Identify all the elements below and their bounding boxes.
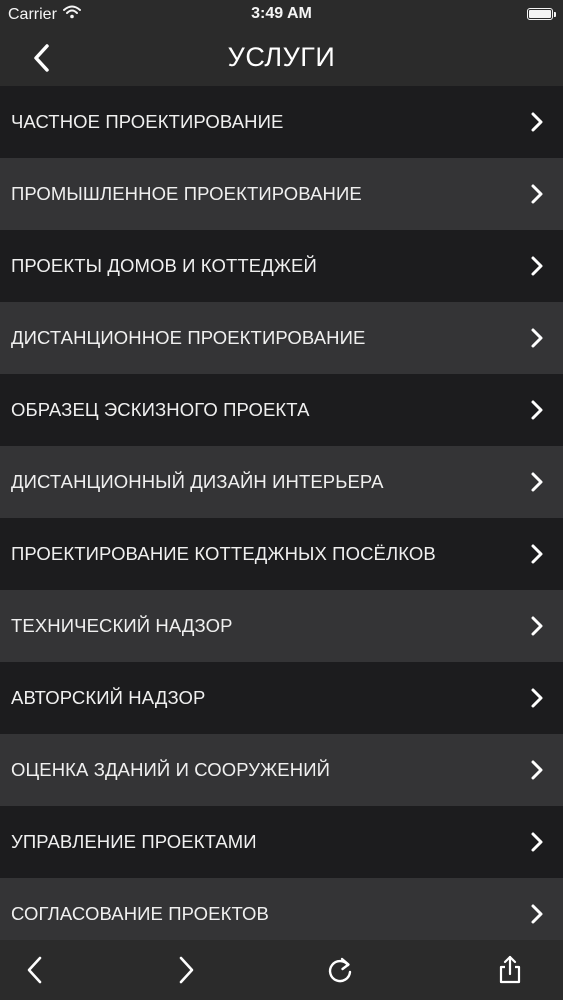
chevron-right-icon — [529, 542, 545, 566]
list-item[interactable]: ЧАСТНОЕ ПРОЕКТИРОВАНИЕ — [0, 86, 563, 158]
chevron-right-icon — [529, 110, 545, 134]
battery-icon — [527, 8, 556, 20]
list-item[interactable]: ОБРАЗЕЦ ЭСКИЗНОГО ПРОЕКТА — [0, 374, 563, 446]
list-item[interactable]: ПРОЕКТЫ ДОМОВ И КОТТЕДЖЕЙ — [0, 230, 563, 302]
chevron-right-icon — [529, 686, 545, 710]
chevron-right-icon — [529, 470, 545, 494]
chevron-right-icon — [529, 902, 545, 926]
chevron-right-icon — [529, 830, 545, 854]
list-item-label: СОГЛАСОВАНИЕ ПРОЕКТОВ — [11, 903, 269, 924]
list-item-label: УПРАВЛЕНИЕ ПРОЕКТАМИ — [11, 831, 257, 852]
list-item-label: ТЕХНИЧЕСКИЙ НАДЗОР — [11, 615, 233, 636]
list-item-label: ПРОМЫШЛЕННОЕ ПРОЕКТИРОВАНИЕ — [11, 183, 362, 204]
list-item[interactable]: ПРОМЫШЛЕННОЕ ПРОЕКТИРОВАНИЕ — [0, 158, 563, 230]
chevron-right-icon — [529, 254, 545, 278]
browser-forward-button[interactable] — [170, 954, 202, 986]
bottom-toolbar — [0, 940, 563, 1000]
list-item-label: ПРОЕКТИРОВАНИЕ КОТТЕДЖНЫХ ПОСЁЛКОВ — [11, 543, 436, 564]
list-item[interactable]: ДИСТАНЦИОННЫЙ ДИЗАЙН ИНТЕРЬЕРА — [0, 446, 563, 518]
status-bar: Carrier 3:49 AM — [0, 0, 563, 30]
chevron-right-icon — [529, 758, 545, 782]
list-item[interactable]: ПРОЕКТИРОВАНИЕ КОТТЕДЖНЫХ ПОСЁЛКОВ — [0, 518, 563, 590]
chevron-right-icon — [529, 326, 545, 350]
chevron-right-icon — [529, 398, 545, 422]
list-item-label: ДИСТАНЦИОННОЕ ПРОЕКТИРОВАНИЕ — [11, 327, 366, 348]
list-item[interactable]: ТЕХНИЧЕСКИЙ НАДЗОР — [0, 590, 563, 662]
chevron-right-icon — [529, 182, 545, 206]
chevron-right-icon — [529, 614, 545, 638]
page-title: УСЛУГИ — [227, 42, 336, 72]
list-item-label: АВТОРСКИЙ НАДЗОР — [11, 687, 206, 708]
reload-icon — [324, 957, 356, 990]
arrow-forward-icon — [170, 956, 202, 990]
reload-button[interactable] — [324, 954, 356, 986]
list-item[interactable]: ОЦЕНКА ЗДАНИЙ И СООРУЖЕНИЙ — [0, 734, 563, 806]
list-item-label: ДИСТАНЦИОННЫЙ ДИЗАЙН ИНТЕРЬЕРА — [11, 471, 384, 492]
list-item[interactable]: ДИСТАНЦИОННОЕ ПРОЕКТИРОВАНИЕ — [0, 302, 563, 374]
list-item[interactable]: УПРАВЛЕНИЕ ПРОЕКТАМИ — [0, 806, 563, 878]
share-button[interactable] — [494, 954, 526, 986]
list-item-label: ОБРАЗЕЦ ЭСКИЗНОГО ПРОЕКТА — [11, 399, 310, 420]
list-item[interactable]: АВТОРСКИЙ НАДЗОР — [0, 662, 563, 734]
services-list: ЧАСТНОЕ ПРОЕКТИРОВАНИЕ ПРОМЫШЛЕННОЕ ПРОЕ… — [0, 86, 563, 950]
status-time: 3:49 AM — [251, 5, 312, 22]
list-item-label: ПРОЕКТЫ ДОМОВ И КОТТЕДЖЕЙ — [11, 255, 317, 276]
navigation-bar: УСЛУГИ — [0, 30, 563, 86]
share-icon — [494, 955, 526, 990]
arrow-back-icon — [19, 956, 51, 990]
list-item-label: ЧАСТНОЕ ПРОЕКТИРОВАНИЕ — [11, 111, 284, 132]
list-item-label: ОЦЕНКА ЗДАНИЙ И СООРУЖЕНИЙ — [11, 759, 330, 780]
browser-back-button[interactable] — [19, 954, 51, 986]
